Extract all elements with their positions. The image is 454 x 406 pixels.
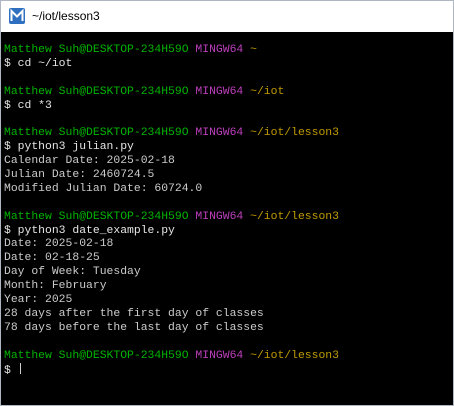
text-cursor: [19, 363, 21, 375]
prompt-line: Matthew Suh@DESKTOP-234H59O MINGW64 ~: [4, 44, 339, 58]
prompt-path: ~/iot/lesson3: [250, 349, 339, 362]
terminal-output: Matthew Suh@DESKTOP-234H59O MINGW64 ~ $ c…: [4, 44, 339, 377]
output-line: Calendar Date: 2025-02-18: [4, 155, 175, 168]
command-line: $ python3 date_example.py: [4, 225, 339, 239]
prompt-user-host: Matthew Suh@DESKTOP-234H59O: [4, 210, 189, 223]
prompt-line: Matthew Suh@DESKTOP-234H59O MINGW64 ~/io…: [4, 127, 339, 141]
prompt-user-host: Matthew Suh@DESKTOP-234H59O: [4, 44, 189, 56]
output-line: Julian Date: 2460724.5: [4, 169, 155, 182]
window-title: ~/iot/lesson3: [32, 9, 100, 23]
prompt-line: Matthew Suh@DESKTOP-234H59O MINGW64 ~/io…: [4, 211, 339, 225]
prompt-path: ~/iot/lesson3: [250, 127, 339, 140]
output-line: Date: 2025-02-18: [4, 238, 114, 251]
prompt-system: MINGW64: [195, 44, 244, 56]
mintty-icon[interactable]: [9, 8, 25, 24]
prompt-user-host: Matthew Suh@DESKTOP-234H59O: [4, 127, 189, 140]
output-line: 78 days before the last day of classes: [4, 321, 264, 334]
command-line: $ cd *3: [4, 100, 339, 114]
command-text: $ cd *3: [4, 99, 52, 112]
prompt-system: MINGW64: [195, 210, 244, 223]
command-text: $ python3 date_example.py: [4, 224, 175, 237]
terminal-area[interactable]: Matthew Suh@DESKTOP-234H59O MINGW64 ~ $ c…: [1, 32, 453, 405]
command-text: $: [4, 365, 18, 378]
title-bar[interactable]: ~/iot/lesson3: [1, 1, 453, 32]
active-command-line[interactable]: $: [4, 363, 339, 377]
prompt-user-host: Matthew Suh@DESKTOP-234H59O: [4, 85, 189, 98]
prompt-system: MINGW64: [195, 349, 244, 362]
output-line: Day of Week: Tuesday: [4, 266, 141, 279]
command-text: $ cd ~/iot: [4, 57, 73, 70]
prompt-user-host: Matthew Suh@DESKTOP-234H59O: [4, 349, 189, 362]
prompt-line: Matthew Suh@DESKTOP-234H59O MINGW64 ~/io…: [4, 350, 339, 364]
prompt-path: ~: [250, 44, 257, 56]
prompt-path: ~/iot/lesson3: [250, 210, 339, 223]
output-line: Year: 2025: [4, 294, 73, 307]
prompt-system: MINGW64: [195, 127, 244, 140]
command-line: $ python3 julian.py: [4, 141, 339, 155]
command-text: $ python3 julian.py: [4, 141, 134, 154]
output-line: Date: 02-18-25: [4, 252, 100, 265]
prompt-system: MINGW64: [195, 85, 244, 98]
terminal-window: ~/iot/lesson3 Matthew Suh@DESKTOP-234H59…: [0, 0, 454, 406]
output-line: Modified Julian Date: 60724.0: [4, 182, 203, 195]
prompt-path: ~/iot: [250, 85, 285, 98]
output-line: Month: February: [4, 280, 107, 293]
command-line: $ cd ~/iot: [4, 58, 339, 72]
output-line: 28 days after the first day of classes: [4, 307, 264, 320]
prompt-line: Matthew Suh@DESKTOP-234H59O MINGW64 ~/io…: [4, 86, 339, 100]
